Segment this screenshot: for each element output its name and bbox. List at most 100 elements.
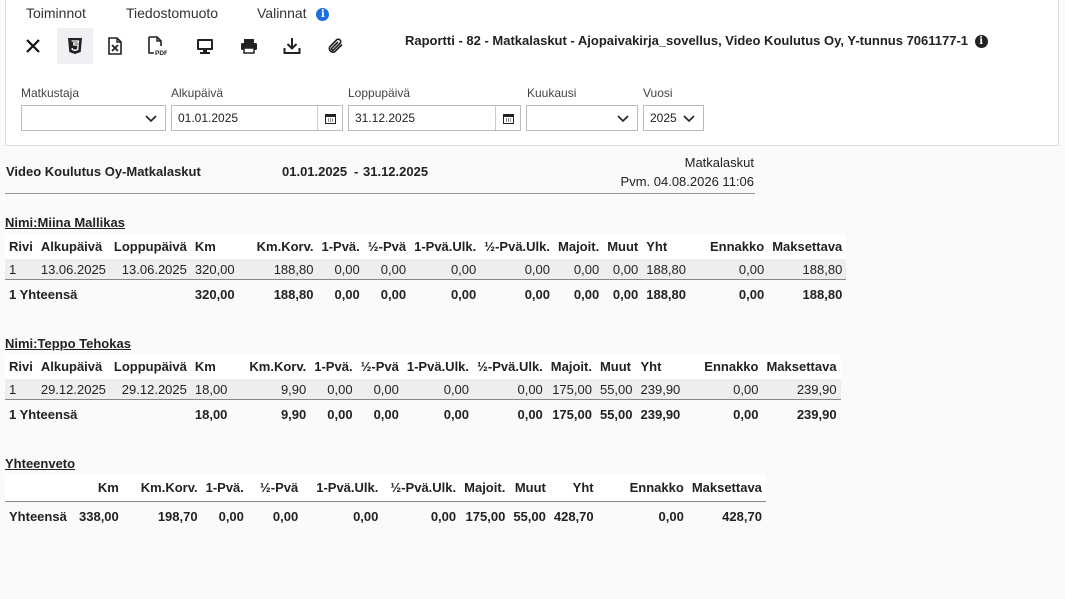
cell: 0,00 [480, 259, 555, 280]
col-header: Maksettava [687, 474, 766, 502]
group-name: Nimi:Teppo Tehokas [5, 336, 131, 351]
calendar-icon [502, 113, 514, 124]
cell: 188,80 [642, 259, 690, 280]
close-button[interactable] [15, 28, 51, 64]
chevron-down-icon [145, 115, 157, 123]
download-button[interactable] [274, 28, 310, 64]
cell: 239,90 [762, 379, 841, 400]
print-button[interactable] [231, 28, 267, 64]
divider [5, 193, 755, 194]
report-title-text: Raportti - 82 - Matkalaskut - Ajopaivaki… [405, 33, 969, 48]
preview-button[interactable] [187, 28, 223, 64]
html-format-button[interactable] [57, 28, 93, 64]
cell: 0,00 [402, 379, 474, 400]
col-header: Alkupäivä [36, 354, 110, 379]
attach-button[interactable] [318, 28, 354, 64]
cell: 0,00 [554, 259, 604, 280]
col-header: Ennakko [684, 354, 763, 379]
cell: 0,00 [573, 286, 600, 302]
cell: 0,00 [380, 286, 407, 302]
cell: 0,00 [317, 259, 364, 280]
alkupaiva-input[interactable]: 01.01.2025 [171, 105, 343, 131]
menu-tiedostomuoto[interactable]: Tiedostomuoto [126, 5, 218, 21]
loppupaiva-input[interactable]: 31.12.2025 [348, 105, 521, 131]
menu-valinnat-label[interactable]: Valinnat [257, 5, 307, 21]
col-header: Maksettava [768, 234, 847, 259]
cell: 0,00 [353, 508, 379, 524]
col-header: 1-Pvä.Ulk. [402, 354, 474, 379]
group-table: Rivi Alkupäivä Loppupäivä Km Km.Korv. 1-… [5, 354, 841, 428]
excel-button[interactable] [97, 28, 133, 64]
cell: 0,00 [612, 286, 639, 302]
col-header: Majoit. [546, 354, 596, 379]
summary-table: Km Km.Korv. 1-Pvä. ½-Pvä 1-Pvä.Ulk. ½-Pv… [5, 474, 766, 530]
close-icon [26, 39, 40, 53]
attach-icon [328, 38, 343, 53]
col-header: Km.Korv. [122, 474, 202, 502]
calendar-icon [324, 113, 336, 124]
info-icon[interactable]: i [316, 8, 330, 21]
cell: 175,00 [546, 379, 596, 400]
print-icon [241, 39, 257, 54]
report-print-date: Pvm. 04.08.2026 11:06 [620, 174, 754, 189]
cell: 0,00 [430, 508, 457, 524]
menu-valinnat[interactable]: Valinnat i [257, 5, 330, 21]
cell: 0,00 [733, 406, 759, 422]
cell: 29.12.2025 [109, 379, 191, 400]
kuukausi-label: Kuukausi [527, 86, 577, 100]
cell: 1 [5, 379, 37, 400]
monitor-icon [197, 39, 213, 54]
col-header: Km.Korv. [238, 234, 318, 259]
col-header: Loppupäivä [109, 354, 191, 379]
cell: 0,00 [272, 508, 299, 524]
col-header: 1-Pvä. [201, 474, 248, 502]
cell: 55,00 [599, 406, 633, 422]
cell: 338,00 [79, 508, 119, 524]
summary-title: Yhteenveto [5, 456, 76, 471]
cell: 1 Yhteensä [9, 406, 78, 422]
col-header: Yht [642, 234, 690, 259]
group-table: Rivi Alkupäivä Loppupäivä Km Km.Korv. 1-… [5, 234, 847, 309]
report-info-icon[interactable]: i [974, 35, 988, 48]
vuosi-select[interactable]: 2025 [643, 105, 704, 131]
cell: 0,00 [517, 406, 543, 422]
col-header: Majoit. [554, 234, 604, 259]
loppupaiva-label: Loppupäivä [348, 86, 411, 100]
cell: 9,90 [231, 379, 311, 400]
col-header: Alkupäivä [36, 234, 110, 259]
cell: 239,90 [636, 379, 685, 400]
kuukausi-select[interactable] [526, 105, 638, 131]
col-header: Majoit. [460, 474, 510, 502]
col-header: 1-Pvä.Ulk. [410, 234, 481, 259]
alkupaiva-calendar-button[interactable] [317, 106, 342, 130]
cell: 239,90 [796, 406, 837, 422]
report-company: Video Koulutus Oy-Matkalaskut [6, 164, 201, 179]
col-header: Rivi [5, 354, 37, 379]
pdf-button[interactable]: PDF [139, 28, 175, 64]
cell: 428,70 [722, 508, 762, 524]
col-header: Muut [595, 354, 637, 379]
excel-icon [108, 37, 122, 55]
col-header: 1-Pvä. [310, 354, 357, 379]
menu-toiminnot[interactable]: Toiminnot [26, 5, 86, 21]
cell: 188,80 [646, 286, 686, 302]
cell: 0,00 [373, 406, 399, 422]
chevron-down-icon [683, 115, 695, 123]
total-row: 1 Yhteensä 320,00 188,80 0,00 0,00 0,00 … [5, 280, 846, 309]
loppupaiva-calendar-button[interactable] [495, 106, 520, 130]
cell: 29.12.2025 [36, 379, 110, 400]
chevron-down-icon [617, 115, 629, 123]
cell: 0,00 [690, 259, 769, 280]
summary-row: Yhteensä 338,00 198,70 0,00 0,00 0,00 0,… [5, 502, 766, 531]
matkustaja-select[interactable] [21, 105, 166, 131]
col-header: ½-Pvä.Ulk. [382, 474, 461, 502]
cell: 1 [5, 259, 37, 280]
cell: 188,80 [802, 286, 843, 302]
header-row: Km Km.Korv. 1-Pvä. ½-Pvä 1-Pvä.Ulk. ½-Pv… [5, 474, 766, 502]
alkupaiva-value: 01.01.2025 [178, 111, 239, 125]
col-header: Km [190, 234, 239, 259]
pdf-icon: PDF [148, 36, 167, 56]
cell: 55,00 [595, 379, 637, 400]
cell: 0,00 [334, 286, 360, 302]
col-header: Ennakko [597, 474, 688, 502]
